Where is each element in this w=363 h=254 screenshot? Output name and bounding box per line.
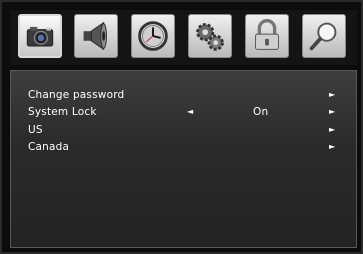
tab-time[interactable]	[131, 14, 175, 58]
right-arrow-icon: ►	[329, 142, 336, 151]
left-arrow-icon[interactable]: ◄	[187, 104, 193, 120]
right-arrow-icon: ►	[329, 125, 336, 134]
system-lock-value: On	[253, 106, 269, 118]
menu-item-system-lock[interactable]: System Lock ◄ On ►	[11, 104, 358, 120]
lock-icon	[255, 19, 279, 50]
menu-item-change-password[interactable]: Change password ►	[11, 87, 358, 103]
menu-item-label: Canada	[28, 141, 70, 153]
tab-setup[interactable]	[188, 14, 232, 58]
menu-item-label: US	[28, 124, 43, 136]
tv-menu-screen: Change password ► System Lock ◄ On ► US …	[0, 0, 363, 254]
lock-menu-panel: Change password ► System Lock ◄ On ► US …	[10, 70, 357, 248]
menu-tab-bar	[10, 10, 357, 65]
magnifier-icon	[309, 22, 337, 51]
speaker-icon	[83, 21, 107, 51]
menu-item-canada[interactable]: Canada ►	[11, 139, 358, 155]
gears-icon	[196, 23, 224, 51]
tab-picture[interactable]	[18, 14, 62, 58]
right-arrow-icon[interactable]: ►	[329, 104, 335, 120]
menu-item-label: System Lock	[28, 106, 97, 118]
tab-search[interactable]	[302, 14, 346, 58]
camera-icon	[26, 26, 54, 47]
menu-item-label: Change password	[28, 89, 125, 101]
tab-sound[interactable]	[74, 14, 118, 58]
tab-lock[interactable]	[245, 14, 289, 58]
right-arrow-icon: ►	[329, 90, 336, 99]
menu-item-us[interactable]: US ►	[11, 122, 358, 138]
clock-icon	[138, 21, 168, 51]
